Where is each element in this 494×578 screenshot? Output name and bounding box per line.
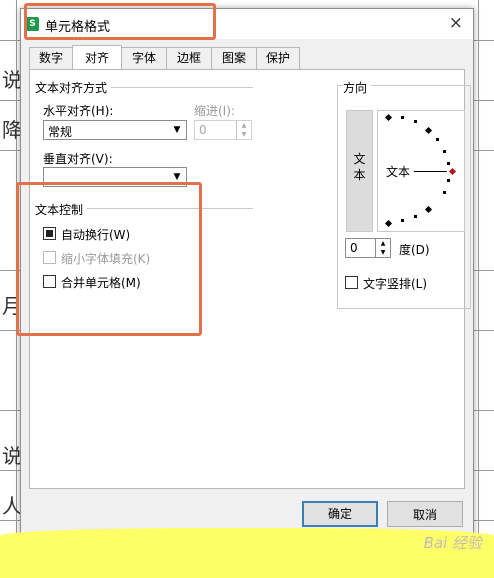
alignment-group-title: 文本对齐方式 [35, 79, 112, 96]
tab-number[interactable]: 数字 [29, 47, 73, 69]
spin-down-icon[interactable]: ▼ [376, 248, 390, 257]
dial-point [414, 215, 417, 218]
dial-needle [414, 171, 447, 172]
close-icon[interactable]: × [449, 13, 463, 33]
title-highlight [24, 3, 216, 40]
spin-down-icon[interactable]: ▼ [237, 130, 251, 139]
chevron-down-icon: ▼ [173, 125, 181, 135]
horizontal-align-select[interactable]: 常规 ▼ [43, 120, 187, 140]
dial-point-bottom [384, 219, 393, 228]
spin-up-icon[interactable]: ▲ [237, 121, 251, 130]
degree-value: 0 [350, 241, 358, 255]
dial-point [414, 120, 417, 123]
dial-point [447, 162, 450, 165]
vertical-stack-label[interactable]: 文字竖排(L) [363, 275, 427, 292]
dial-point [424, 126, 433, 135]
degree-stepper[interactable]: 0 ▲ ▼ [345, 238, 391, 258]
indent-stepper-buttons[interactable]: ▲ ▼ [236, 121, 251, 139]
dial-text: 文本 [386, 165, 411, 179]
dial-point [436, 138, 439, 141]
watermark: Bai 经验 [423, 534, 482, 552]
indent-value: 0 [199, 123, 207, 137]
indent-label: 缩进(I): [194, 104, 235, 118]
dial-point-top [384, 113, 393, 122]
dial-point [443, 150, 446, 153]
dial-point [447, 179, 450, 182]
tab-protection[interactable]: 保护 [256, 47, 300, 69]
indent-stepper[interactable]: 0 ▲ ▼ [194, 120, 252, 140]
orientation-group-title: 方向 [343, 79, 372, 96]
dial-point [424, 205, 433, 214]
dial-point [443, 191, 446, 194]
vertical-align-label: 垂直对齐(V): [43, 152, 113, 166]
sheet-cell-fragment: 降 [2, 118, 22, 142]
dial-point [401, 219, 404, 222]
orientation-dial[interactable]: 文本 [377, 110, 465, 232]
tab-border[interactable]: 边框 [166, 47, 212, 69]
ok-button[interactable]: 确定 [302, 501, 378, 527]
text-control-highlight [16, 182, 202, 336]
tab-pattern[interactable]: 图案 [211, 47, 257, 69]
tab-font[interactable]: 字体 [121, 47, 167, 69]
degree-label: 度(D) [399, 243, 430, 257]
horizontal-align-label: 水平对齐(H): [43, 104, 114, 118]
vertical-stack-checkbox[interactable] [345, 276, 358, 289]
sheet-cell-fragment: 说 [2, 68, 22, 92]
spin-up-icon[interactable]: ▲ [376, 239, 390, 248]
yellow-overlay [0, 528, 494, 578]
vertical-text-button[interactable]: 文 本 [346, 110, 373, 232]
dial-point [401, 116, 404, 119]
sheet-cell-fragment: 说 [2, 444, 22, 468]
sheet-cell-fragment: 人 [2, 494, 22, 518]
vertical-text-char: 本 [353, 168, 366, 182]
cancel-button[interactable]: 取消 [387, 501, 463, 527]
horizontal-align-value: 常规 [48, 125, 73, 139]
tab-alignment[interactable]: 对齐 [72, 45, 122, 69]
vertical-text-char: 文 [353, 152, 366, 166]
dial-marker [448, 167, 457, 176]
degree-stepper-buttons[interactable]: ▲ ▼ [375, 239, 390, 257]
